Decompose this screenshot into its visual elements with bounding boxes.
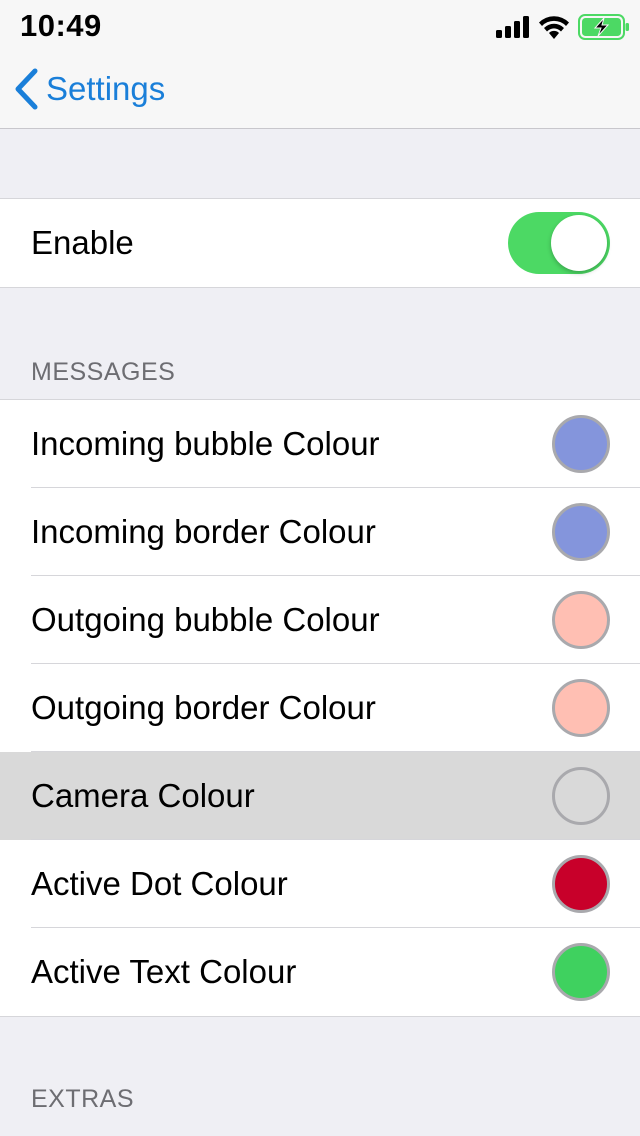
color-row-label: Camera Colour — [31, 777, 255, 814]
color-row[interactable]: Camera Colour — [0, 752, 640, 840]
battery-charging-icon — [578, 14, 629, 40]
color-row[interactable]: Incoming bubble Colour — [0, 400, 640, 488]
color-row-label: Incoming border Colour — [31, 513, 376, 550]
color-swatch[interactable] — [552, 503, 610, 561]
navigation-bar: Settings — [0, 54, 640, 129]
color-row-label: Outgoing bubble Colour — [31, 601, 380, 638]
status-bar: 10:49 — [0, 0, 640, 54]
status-time: 10:49 — [20, 8, 102, 43]
wifi-icon — [539, 16, 569, 39]
back-button[interactable]: Settings — [14, 60, 165, 118]
color-row[interactable]: Active Dot Colour — [0, 840, 640, 928]
enable-group: Enable — [0, 198, 640, 288]
extras-section-header: EXTRAS — [31, 1085, 135, 1113]
color-row[interactable]: Incoming border Colour — [0, 488, 640, 576]
enable-toggle[interactable] — [508, 212, 610, 274]
messages-section-header: MESSAGES — [31, 358, 176, 386]
color-swatch[interactable] — [552, 591, 610, 649]
status-icons — [496, 12, 630, 42]
color-row[interactable]: Active Text Colour — [0, 928, 640, 1016]
color-row[interactable]: Outgoing bubble Colour — [0, 576, 640, 664]
color-row[interactable]: Outgoing border Colour — [0, 664, 640, 752]
color-swatch[interactable] — [552, 767, 610, 825]
color-swatch[interactable] — [552, 855, 610, 913]
color-swatch[interactable] — [552, 415, 610, 473]
messages-group: Incoming bubble Colour Incoming border C… — [0, 399, 640, 1017]
color-row-label: Active Dot Colour — [31, 865, 288, 902]
color-swatch[interactable] — [552, 943, 610, 1001]
color-row-label: Incoming bubble Colour — [31, 425, 380, 462]
color-row-label: Outgoing border Colour — [31, 689, 376, 726]
chevron-left-icon — [15, 68, 38, 110]
back-label: Settings — [46, 70, 166, 107]
enable-row: Enable — [0, 199, 640, 287]
toggle-knob — [551, 215, 607, 271]
color-row-label: Active Text Colour — [31, 953, 297, 990]
color-swatch[interactable] — [552, 679, 610, 737]
cellular-signal-icon — [496, 16, 529, 38]
enable-label: Enable — [31, 224, 134, 261]
